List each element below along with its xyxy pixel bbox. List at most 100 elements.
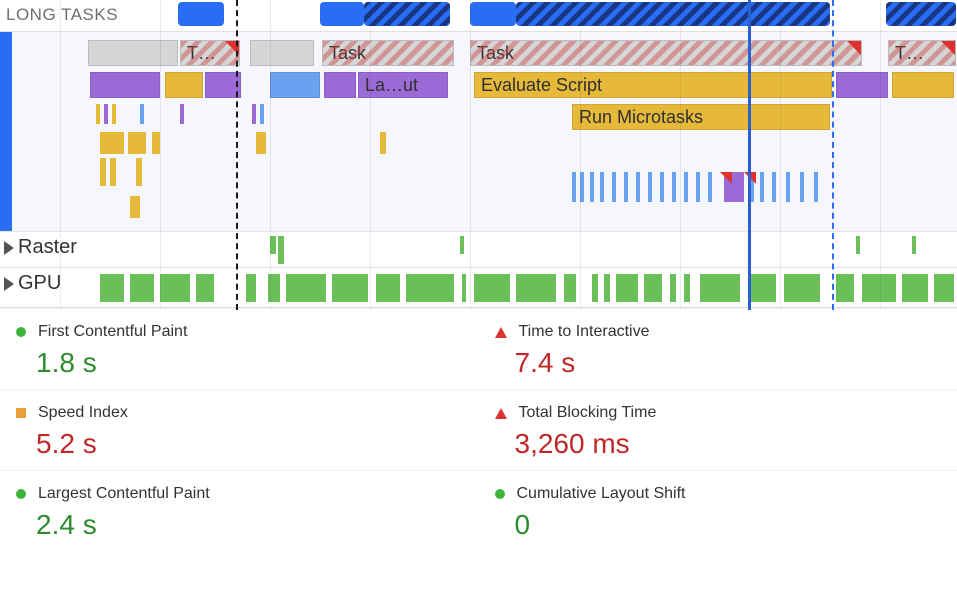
flame-bar[interactable] (648, 172, 652, 202)
timing-marker[interactable] (832, 0, 834, 310)
gpu-event[interactable] (564, 274, 576, 302)
gpu-event[interactable] (332, 274, 368, 302)
gpu-event[interactable] (902, 274, 928, 302)
task-bar[interactable]: T… (888, 40, 956, 66)
flame-bar[interactable] (760, 172, 764, 202)
flame-bar[interactable] (256, 132, 266, 154)
flame-bar[interactable] (140, 104, 144, 124)
timing-marker[interactable] (236, 0, 238, 310)
gpu-event[interactable] (748, 274, 776, 302)
long-task-bar[interactable] (886, 2, 956, 26)
flame-bar[interactable] (786, 172, 790, 202)
flame-bar[interactable] (270, 72, 320, 98)
flame-bar[interactable] (180, 104, 184, 124)
gpu-track-header[interactable]: GPU (4, 272, 61, 295)
flame-bar[interactable] (572, 172, 576, 202)
gpu-event[interactable] (700, 274, 740, 302)
raster-track-header[interactable]: Raster (4, 236, 77, 259)
gpu-event[interactable] (130, 274, 154, 302)
expand-icon[interactable] (4, 277, 14, 291)
task-bar[interactable]: Task (470, 40, 862, 66)
raster-event[interactable] (856, 236, 860, 254)
long-task-bar[interactable] (364, 2, 450, 26)
task-bar[interactable] (88, 40, 178, 66)
gpu-event[interactable] (462, 274, 466, 302)
main-thread-flamechart[interactable]: T… Task Task T… La…ut Evaluate Script Run Micr… (0, 32, 957, 232)
gpu-event[interactable] (160, 274, 190, 302)
gpu-event[interactable] (196, 274, 214, 302)
flame-bar[interactable] (324, 72, 356, 98)
flame-bar[interactable] (128, 132, 146, 154)
gpu-event[interactable] (474, 274, 510, 302)
flame-bar[interactable] (260, 104, 264, 124)
gpu-event[interactable] (784, 274, 820, 302)
flame-bar[interactable]: La…ut (358, 72, 448, 98)
flame-bar[interactable] (112, 104, 116, 124)
flame-bar[interactable] (110, 158, 116, 186)
gpu-event[interactable] (836, 274, 854, 302)
raster-event[interactable] (460, 236, 464, 254)
metric-card[interactable]: First Contentful Paint1.8 s (0, 308, 479, 389)
raster-track[interactable]: Raster (0, 232, 957, 268)
gpu-event[interactable] (406, 274, 454, 302)
gpu-event[interactable] (592, 274, 598, 302)
flame-bar[interactable] (130, 196, 140, 218)
flame-bar[interactable] (708, 172, 712, 202)
flame-bar[interactable] (672, 172, 676, 202)
flame-bar[interactable] (696, 172, 700, 202)
flame-bar[interactable] (684, 172, 688, 202)
flame-bar[interactable] (100, 158, 106, 186)
flame-bar[interactable] (892, 72, 954, 98)
long-task-bar[interactable] (320, 2, 364, 26)
flame-bar[interactable]: Run Microtasks (572, 104, 830, 130)
flame-bar[interactable] (660, 172, 664, 202)
gpu-event[interactable] (616, 274, 638, 302)
gpu-event[interactable] (286, 274, 326, 302)
flame-bar[interactable]: Evaluate Script (474, 72, 832, 98)
flame-bar[interactable] (624, 172, 628, 202)
flame-bar[interactable] (636, 172, 640, 202)
flame-bar[interactable] (772, 172, 776, 202)
current-time-marker[interactable] (748, 0, 751, 310)
flame-bar[interactable] (252, 104, 256, 124)
flame-bar[interactable] (104, 104, 108, 124)
flame-bar[interactable] (90, 72, 160, 98)
task-bar[interactable]: Task (322, 40, 454, 66)
expand-icon[interactable] (4, 241, 14, 255)
raster-event[interactable] (278, 236, 284, 264)
flame-bar[interactable] (380, 132, 386, 154)
long-task-bar[interactable] (178, 2, 224, 26)
gpu-event[interactable] (934, 274, 954, 302)
flame-bar[interactable] (600, 172, 604, 202)
flame-bar[interactable] (612, 172, 616, 202)
flame-bar[interactable] (136, 158, 142, 186)
gpu-track[interactable]: GPU (0, 268, 957, 308)
long-tasks-track[interactable]: LONG TASKS (0, 0, 957, 32)
gpu-event[interactable] (670, 274, 676, 302)
task-bar[interactable] (250, 40, 314, 66)
flame-bar[interactable] (814, 172, 818, 202)
flame-bar[interactable] (152, 132, 160, 154)
metric-card[interactable]: Largest Contentful Paint2.4 s (0, 470, 479, 551)
flame-bar[interactable] (800, 172, 804, 202)
gpu-event[interactable] (862, 274, 896, 302)
gpu-event[interactable] (604, 274, 610, 302)
gpu-event[interactable] (376, 274, 400, 302)
gpu-event[interactable] (246, 274, 256, 302)
metric-card[interactable]: Speed Index5.2 s (0, 389, 479, 470)
gpu-event[interactable] (516, 274, 556, 302)
gpu-event[interactable] (644, 274, 662, 302)
flame-bar[interactable] (96, 104, 100, 124)
flame-bar[interactable] (165, 72, 203, 98)
raster-event[interactable] (912, 236, 916, 254)
metric-card[interactable]: Total Blocking Time3,260 ms (479, 389, 957, 470)
flame-bar[interactable] (590, 172, 594, 202)
long-task-bar[interactable] (470, 2, 516, 26)
task-bar[interactable]: T… (180, 40, 240, 66)
long-task-bar[interactable] (516, 2, 830, 26)
flame-bar[interactable] (100, 132, 124, 154)
metric-card[interactable]: Time to Interactive7.4 s (479, 308, 957, 389)
metric-card[interactable]: Cumulative Layout Shift0 (479, 470, 957, 551)
gpu-event[interactable] (684, 274, 690, 302)
gpu-event[interactable] (100, 274, 124, 302)
